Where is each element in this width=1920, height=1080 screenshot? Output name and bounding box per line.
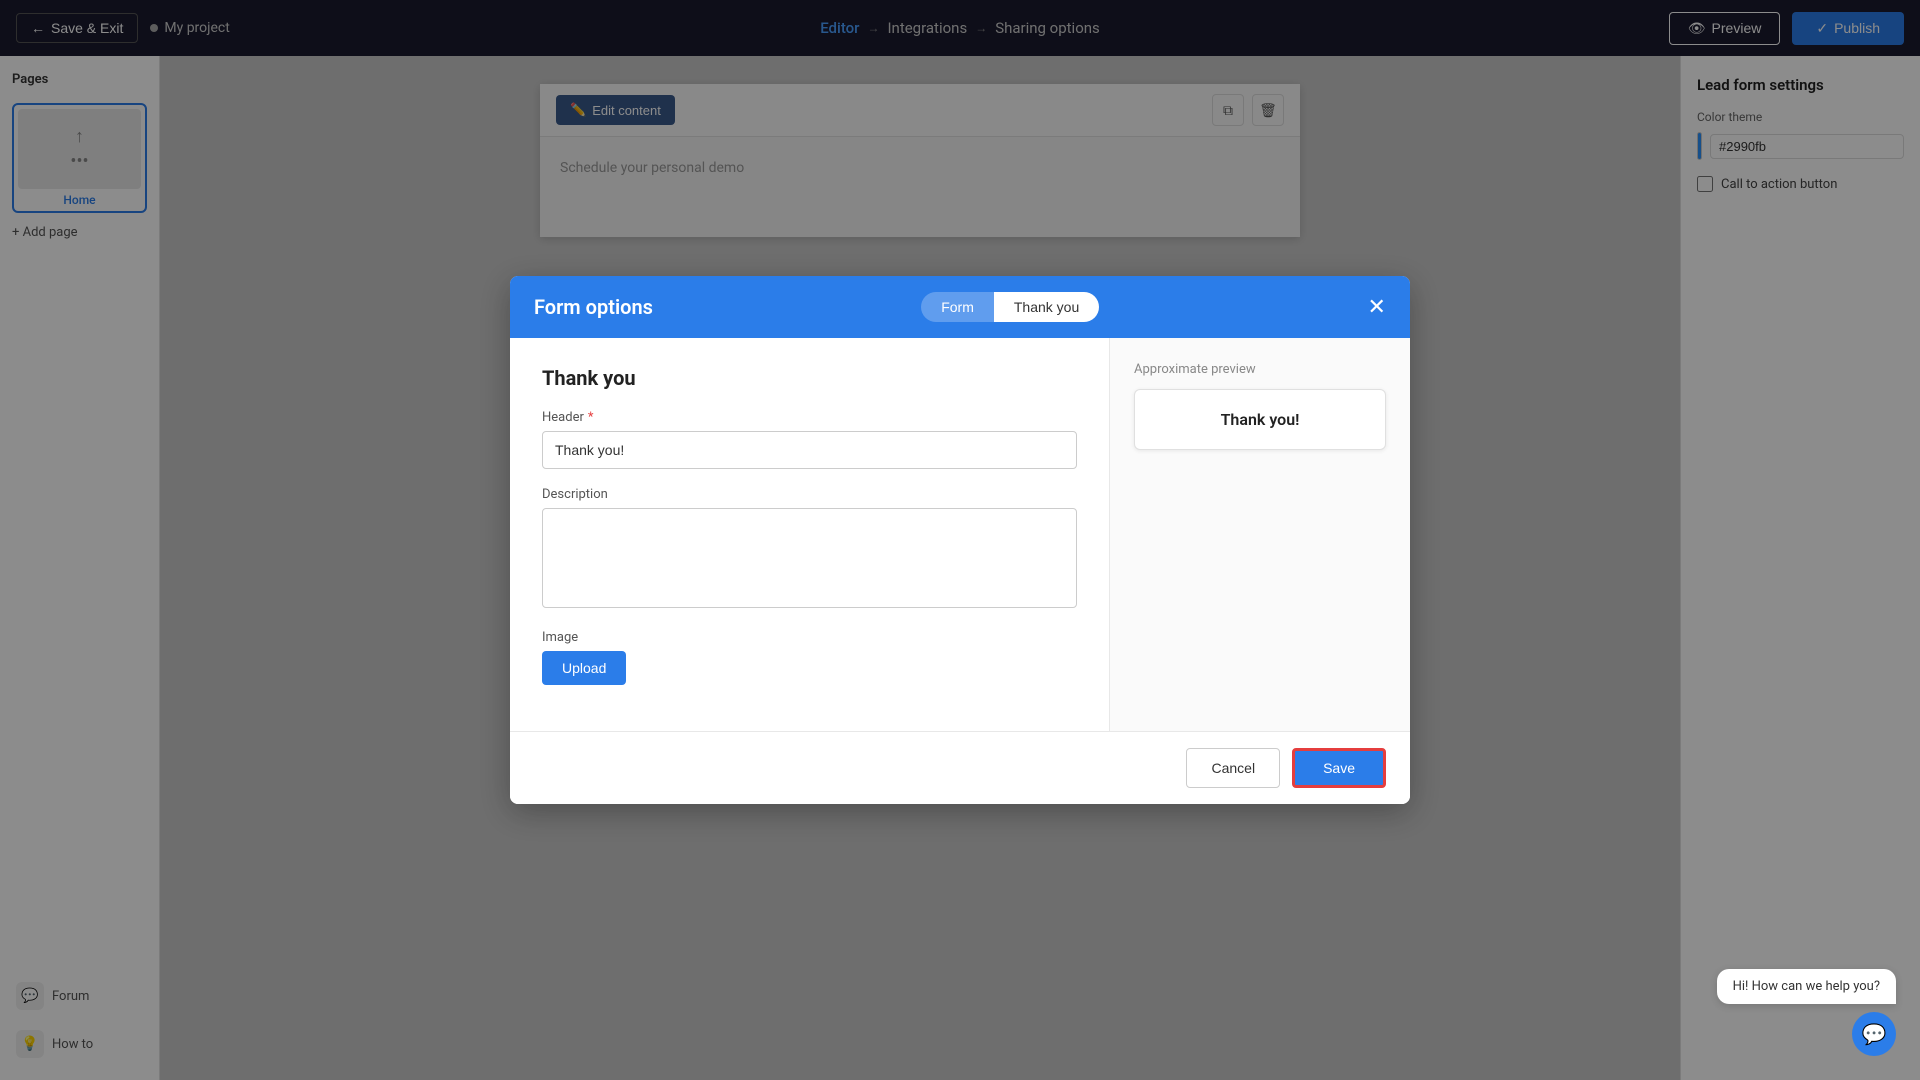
preview-label: Approximate preview: [1134, 362, 1386, 377]
preview-text: Thank you!: [1221, 410, 1300, 429]
upload-button[interactable]: Upload: [542, 651, 626, 685]
modal-right: Approximate preview Thank you!: [1110, 338, 1410, 731]
header-input[interactable]: [542, 431, 1077, 469]
tab-thankyou[interactable]: Thank you: [994, 292, 1099, 322]
modal-tabs: Form Thank you: [921, 292, 1099, 322]
modal: Form options Form Thank you ✕ Thank you …: [510, 276, 1410, 804]
modal-header: Form options Form Thank you ✕: [510, 276, 1410, 338]
tab-form[interactable]: Form: [921, 292, 994, 322]
modal-close-button[interactable]: ✕: [1368, 296, 1386, 318]
description-textarea[interactable]: [542, 508, 1077, 608]
preview-box: Thank you!: [1134, 389, 1386, 450]
description-label: Description: [542, 487, 1077, 502]
chat-message: Hi! How can we help you?: [1717, 969, 1896, 1004]
modal-footer: Cancel Save: [510, 731, 1410, 804]
chat-icon: 💬: [1862, 1022, 1887, 1047]
chat-bubble: Hi! How can we help you? 💬: [1717, 969, 1896, 1056]
modal-left: Thank you Header * Description Image Upl…: [510, 338, 1110, 731]
save-button[interactable]: Save: [1292, 748, 1386, 788]
description-group: Description: [542, 487, 1077, 612]
image-label: Image: [542, 630, 1077, 645]
header-label: Header *: [542, 410, 1077, 425]
required-star: *: [588, 410, 594, 425]
modal-overlay[interactable]: Form options Form Thank you ✕ Thank you …: [0, 0, 1920, 1080]
header-group: Header *: [542, 410, 1077, 469]
modal-title: Form options: [534, 295, 653, 319]
cancel-button[interactable]: Cancel: [1186, 748, 1280, 788]
image-group: Image Upload: [542, 630, 1077, 685]
chat-button[interactable]: 💬: [1852, 1012, 1896, 1056]
modal-section-title: Thank you: [542, 366, 1077, 390]
modal-body: Thank you Header * Description Image Upl…: [510, 338, 1410, 731]
